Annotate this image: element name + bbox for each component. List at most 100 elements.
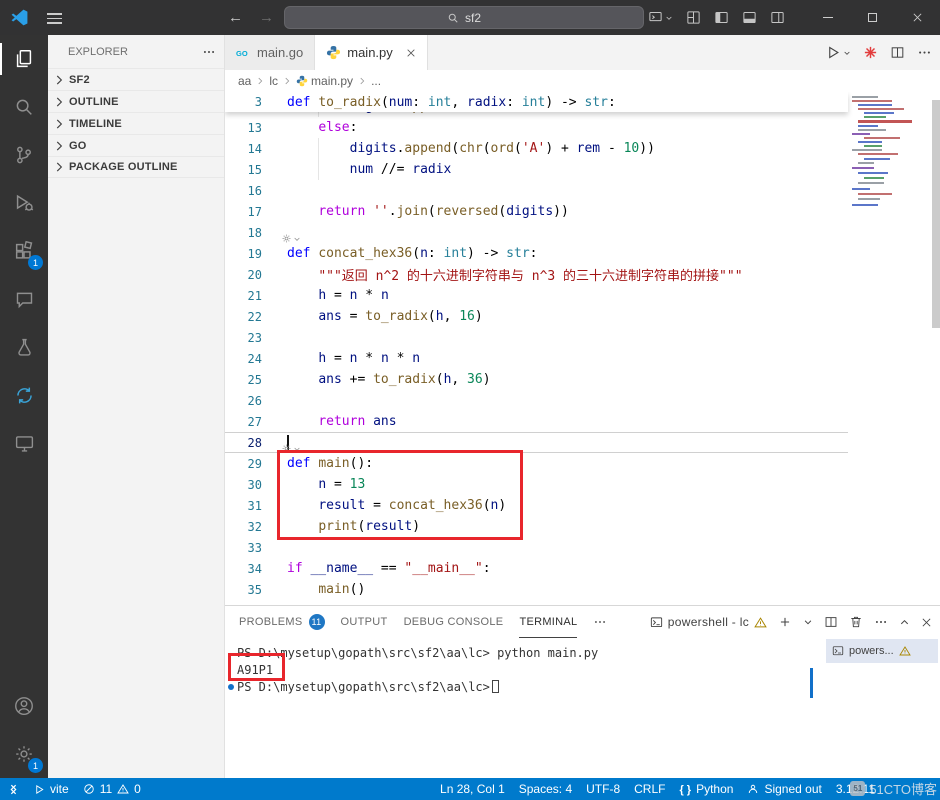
kill-terminal-trash-icon[interactable]: [849, 615, 863, 629]
line-number[interactable]: 26: [225, 394, 262, 408]
code-line-23[interactable]: 23: [225, 327, 848, 348]
toggle-secondary-sidebar-icon[interactable]: [770, 10, 785, 25]
line-number[interactable]: 19: [225, 247, 262, 261]
command-center-search[interactable]: sf2: [284, 6, 644, 29]
starburst-extension-icon[interactable]: [863, 45, 878, 60]
tab-main-go[interactable]: GO main.go: [225, 35, 316, 70]
explorer-more-actions-icon[interactable]: [202, 45, 216, 59]
encoding-status[interactable]: UTF-8: [579, 778, 627, 800]
sidebar-item-source-control[interactable]: [0, 131, 48, 179]
code-line-14[interactable]: 14 digits. append(chr(ord('A') + rem - 10…: [225, 138, 848, 159]
launch-profile-icon[interactable]: [648, 10, 673, 25]
line-number[interactable]: 32: [225, 520, 262, 534]
code-line-27[interactable]: 27 return ans: [225, 411, 848, 432]
close-panel-icon[interactable]: [921, 617, 932, 628]
close-window-button[interactable]: [895, 0, 940, 35]
line-number[interactable]: 20: [225, 268, 262, 282]
line-number[interactable]: 17: [225, 205, 262, 219]
run-python-file-button[interactable]: [826, 45, 851, 60]
line-number[interactable]: 23: [225, 331, 262, 345]
sidebar-section-package-outline[interactable]: PACKAGE OUTLINE: [48, 156, 224, 178]
remote-indicator[interactable]: [0, 778, 27, 800]
maximize-button[interactable]: [850, 0, 895, 35]
account-button[interactable]: [0, 682, 48, 730]
tab-debug-console[interactable]: DEBUG CONSOLE: [404, 607, 504, 638]
code-line-20[interactable]: 20 """返回 n^2 的十六进制字符串与 n^3 的三十六进制字符串的拼接"…: [225, 264, 848, 285]
terminal-tab-item[interactable]: powers...: [826, 639, 938, 663]
minimize-button[interactable]: [805, 0, 850, 35]
account-status[interactable]: Signed out: [740, 778, 828, 800]
settings-button[interactable]: 1: [0, 730, 48, 778]
line-number[interactable]: 22: [225, 310, 262, 324]
sidebar-section-outline[interactable]: OUTLINE: [48, 90, 224, 112]
minimap[interactable]: [848, 92, 932, 605]
code-line-17[interactable]: 17 return ''. join(reversed(digits)): [225, 201, 848, 222]
chevron-down-icon[interactable]: [803, 617, 813, 627]
editor-more-actions-icon[interactable]: [917, 45, 932, 60]
toggle-panel-icon[interactable]: [742, 10, 757, 25]
breadcrumb-item-file[interactable]: main.py: [296, 74, 353, 88]
line-number[interactable]: 30: [225, 478, 262, 492]
tab-problems[interactable]: PROBLEMS 11: [239, 607, 325, 638]
scrollbar-thumb[interactable]: [932, 100, 940, 328]
close-tab-icon[interactable]: [406, 48, 416, 58]
line-number[interactable]: 35: [225, 583, 262, 597]
code-line-15[interactable]: 15 num //= radix: [225, 159, 848, 180]
menu-icon[interactable]: [47, 13, 62, 24]
code-line-13[interactable]: 13 else:: [225, 117, 848, 138]
line-number[interactable]: 27: [225, 415, 262, 429]
code-line-19[interactable]: 19 def concat_hex36(n: int) -> str:: [225, 243, 848, 264]
breadcrumb-item[interactable]: lc: [269, 74, 278, 88]
sidebar-section-sf2[interactable]: SF2: [48, 68, 224, 90]
code-line-21[interactable]: 21 h = n * n: [225, 285, 848, 306]
sidebar-item-testing[interactable]: [0, 323, 48, 371]
panel-more-actions-icon[interactable]: [874, 615, 888, 629]
task-vite-button[interactable]: vite: [27, 778, 76, 800]
customize-layout-icon[interactable]: [686, 10, 701, 25]
toggle-sidebar-icon[interactable]: [714, 10, 729, 25]
sidebar-item-explorer[interactable]: [0, 35, 48, 83]
maximize-panel-chevron-up-icon[interactable]: [899, 617, 910, 628]
terminal-shell-selector[interactable]: powershell - lc: [650, 615, 767, 629]
line-number[interactable]: 25: [225, 373, 262, 387]
line-number[interactable]: 13: [225, 121, 262, 135]
editor-scrollbar[interactable]: [932, 92, 940, 605]
line-number[interactable]: 24: [225, 352, 262, 366]
eol-status[interactable]: CRLF: [627, 778, 672, 800]
breadcrumb-item[interactable]: ...: [371, 74, 381, 88]
split-editor-icon[interactable]: [890, 45, 905, 60]
sidebar-item-chat[interactable]: [0, 275, 48, 323]
language-mode-status[interactable]: Python: [672, 778, 740, 800]
back-arrow-icon[interactable]: ←: [228, 9, 243, 26]
sidebar-section-go[interactable]: GO: [48, 134, 224, 156]
line-number[interactable]: 34: [225, 562, 262, 576]
line-number[interactable]: 28: [225, 436, 262, 450]
split-terminal-icon[interactable]: [824, 615, 838, 629]
cursor-position-status[interactable]: Ln 28, Col 1: [433, 778, 512, 800]
line-number[interactable]: 18: [225, 226, 262, 240]
line-number[interactable]: 33: [225, 541, 262, 555]
tab-output[interactable]: OUTPUT: [341, 607, 388, 638]
line-number[interactable]: 14: [225, 142, 262, 156]
sidebar-item-remote-explorer[interactable]: [0, 419, 48, 467]
code-line-25[interactable]: 25 ans += to_radix(h, 36): [225, 369, 848, 390]
breadcrumb-item[interactable]: aa: [238, 74, 251, 88]
line-number[interactable]: 29: [225, 457, 262, 471]
problems-status[interactable]: 11 0: [76, 778, 148, 800]
sidebar-section-timeline[interactable]: TIMELINE: [48, 112, 224, 134]
line-number[interactable]: 31: [225, 499, 262, 513]
line-number[interactable]: 21: [225, 289, 262, 303]
code-line-16[interactable]: 16: [225, 180, 848, 201]
command-decoration-dot[interactable]: [228, 683, 234, 690]
code-editor[interactable]: 12 digits.append(chr(ord('0') + rem))13 …: [225, 92, 940, 605]
code-line-26[interactable]: 26: [225, 390, 848, 411]
sidebar-item-run-debug[interactable]: [0, 179, 48, 227]
code-line-18[interactable]: 18: [225, 222, 848, 243]
code-line-33[interactable]: 33: [225, 537, 848, 558]
indentation-status[interactable]: Spaces: 4: [512, 778, 579, 800]
code-line-34[interactable]: 34 if __name__ == "__main__":: [225, 558, 848, 579]
panel-more-tabs-icon[interactable]: [593, 615, 607, 629]
tab-terminal[interactable]: TERMINAL: [519, 607, 578, 638]
sidebar-item-sync-extension[interactable]: [0, 371, 48, 419]
code-line-35[interactable]: 35 main(): [225, 579, 848, 600]
